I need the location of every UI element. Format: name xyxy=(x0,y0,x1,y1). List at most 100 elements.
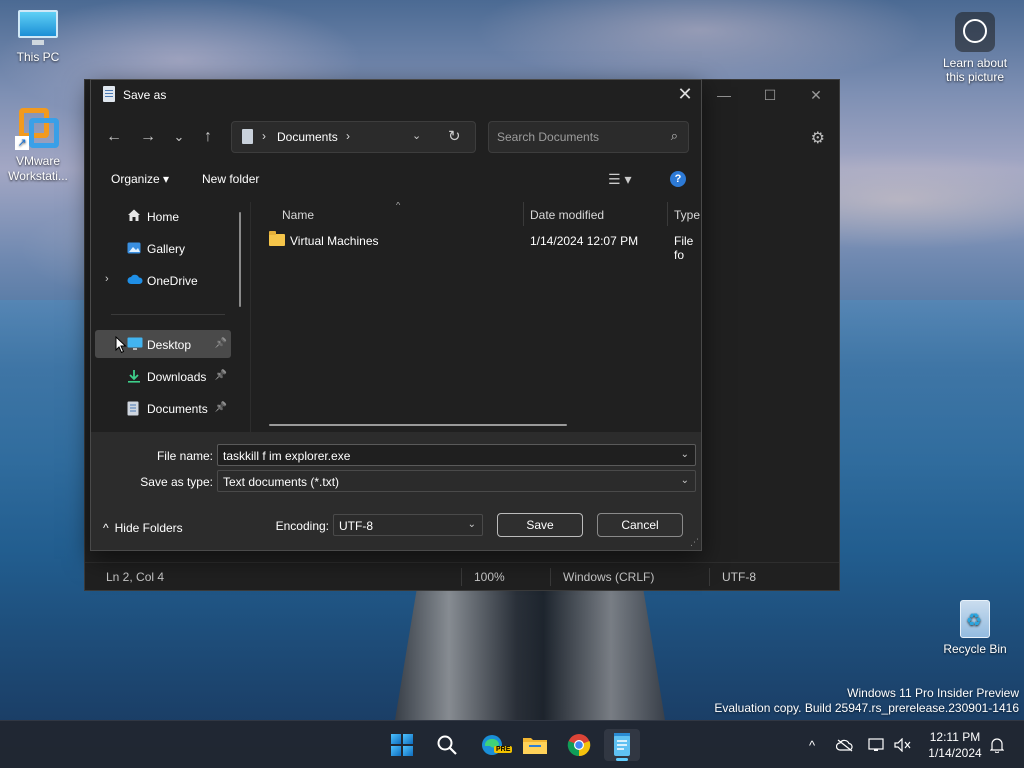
show-hidden-icons-button[interactable]: ^ xyxy=(800,721,824,768)
search-input[interactable] xyxy=(497,128,657,146)
search-icon xyxy=(437,735,457,755)
save-form: File name: taskkill f im explorer.exe ⌄ … xyxy=(91,432,701,550)
pin-icon: 📌 xyxy=(214,338,227,349)
file-type: File fo xyxy=(674,234,694,262)
desktop-icon-recycle-bin[interactable]: ♻ Recycle Bin xyxy=(937,596,1013,656)
notepad-taskbar-button[interactable] xyxy=(604,729,640,761)
settings-gear-icon[interactable]: ⚙ xyxy=(811,128,825,148)
start-button[interactable] xyxy=(384,729,420,761)
search-icon: ⌕ xyxy=(670,128,678,143)
recent-locations-button[interactable]: ⌄ xyxy=(168,126,190,148)
column-header-type[interactable]: Type xyxy=(674,208,700,222)
close-button[interactable]: ✕ xyxy=(793,80,839,110)
window-controls: — ☐ ✕ xyxy=(701,80,839,110)
folder-icon xyxy=(269,231,285,246)
edge-browser-button[interactable]: PRE xyxy=(474,729,513,761)
sidebar-item-documents[interactable]: Documents 📌 xyxy=(95,394,231,422)
vmware-icon: ↗ xyxy=(15,104,61,150)
gallery-icon xyxy=(127,241,141,255)
sidebar-item-label: Documents xyxy=(147,402,208,416)
sidebar-item-home[interactable]: Home xyxy=(95,202,231,230)
encoding-status: UTF-8 xyxy=(722,570,756,584)
documents-icon xyxy=(127,401,141,416)
organize-button[interactable]: Organize ▾ xyxy=(111,172,169,186)
chevron-down-icon[interactable]: ⌄ xyxy=(681,449,689,460)
status-bar: Ln 2, Col 4 100% Windows (CRLF) UTF-8 xyxy=(85,562,839,590)
desktop-icon-this-pc[interactable]: This PC xyxy=(0,10,76,64)
view-options-button[interactable]: ☰ ▾ xyxy=(608,171,631,188)
sidebar-item-downloads[interactable]: Downloads 📌 xyxy=(95,362,231,390)
column-header-date-modified[interactable]: Date modified xyxy=(530,208,604,222)
help-icon[interactable]: ? xyxy=(670,171,686,187)
address-bar[interactable]: › Documents › ⌄ ↻ xyxy=(231,121,476,153)
desktop-icon xyxy=(127,337,143,351)
file-row[interactable]: Virtual Machines 1/14/2024 12:07 PM File… xyxy=(251,230,701,262)
network-icon[interactable] xyxy=(864,721,890,768)
sort-ascending-icon: ^ xyxy=(396,202,401,210)
watermark-line2: Evaluation copy. Build 25947.rs_prerelea… xyxy=(714,701,1019,715)
active-indicator xyxy=(616,758,628,761)
nav-scrollbar[interactable] xyxy=(239,212,241,307)
file-explorer-button[interactable] xyxy=(517,729,553,761)
hide-folders-label: Hide Folders xyxy=(114,521,183,535)
file-name-field[interactable]: taskkill f im explorer.exe ⌄ xyxy=(217,444,696,466)
documents-icon xyxy=(242,129,253,144)
horizontal-scrollbar[interactable] xyxy=(269,424,567,426)
command-bar: Organize ▾ New folder ☰ ▾ ? xyxy=(91,166,701,196)
desktop-icon-vmware[interactable]: ↗ VMware Workstati... xyxy=(0,104,76,184)
chrome-button[interactable] xyxy=(561,729,597,761)
dialog-titlebar: Save as ✕ xyxy=(91,80,701,110)
back-button[interactable]: ← xyxy=(103,126,125,148)
refresh-icon[interactable]: ↻ xyxy=(448,127,461,145)
save-type-label: Save as type: xyxy=(140,475,213,489)
minimize-button[interactable]: — xyxy=(701,80,747,110)
encoding-select[interactable]: UTF-8 ⌄ xyxy=(333,514,483,536)
hide-folders-button[interactable]: ^ Hide Folders xyxy=(103,521,183,535)
chevron-down-icon[interactable]: ⌄ xyxy=(412,129,421,142)
cursor-position: Ln 2, Col 4 xyxy=(106,570,165,584)
line-ending: Windows (CRLF) xyxy=(563,570,655,584)
camera-icon xyxy=(955,12,995,52)
edge-icon xyxy=(482,735,502,755)
search-box[interactable]: ⌕ xyxy=(488,121,689,153)
sidebar-item-gallery[interactable]: Gallery xyxy=(95,234,231,262)
onedrive-offline-icon[interactable] xyxy=(832,721,858,768)
resize-grip-icon[interactable]: ⋰ xyxy=(690,537,699,548)
search-button[interactable] xyxy=(429,729,465,761)
notepad-icon xyxy=(103,86,115,102)
sidebar-item-label: Gallery xyxy=(147,242,186,256)
chrome-icon xyxy=(567,734,591,757)
save-as-dialog: Save as ✕ ← → ⌄ ↑ › Documents › ⌄ ↻ ⌕ Or… xyxy=(90,79,702,551)
clock-date: 1/14/2024 xyxy=(928,746,982,760)
breadcrumb-documents[interactable]: Documents xyxy=(277,130,338,144)
sidebar-item-label: Downloads xyxy=(147,370,207,384)
dialog-title: Save as xyxy=(123,88,167,102)
up-button[interactable]: ↑ xyxy=(197,126,219,148)
column-header-name[interactable]: Name xyxy=(282,208,314,222)
sidebar-item-desktop[interactable]: Desktop 📌 xyxy=(95,330,231,358)
chevron-right-icon[interactable]: › xyxy=(105,273,109,285)
forward-button[interactable]: → xyxy=(137,126,159,148)
cancel-button[interactable]: Cancel xyxy=(597,513,683,537)
desktop-icon-label: VMware Workstati... xyxy=(8,154,68,183)
column-separator[interactable] xyxy=(523,202,524,226)
save-button[interactable]: Save xyxy=(497,513,583,537)
clock[interactable]: 12:11 PM 1/14/2024 xyxy=(918,729,992,761)
save-type-value: Text documents (*.txt) xyxy=(223,475,340,489)
close-button[interactable]: ✕ xyxy=(669,80,701,110)
sidebar-item-onedrive[interactable]: › OneDrive xyxy=(95,266,231,294)
volume-muted-icon[interactable] xyxy=(890,721,916,768)
notification-bell-icon[interactable] xyxy=(986,721,1008,768)
desktop-icon-learn-about-picture[interactable]: Learn about this picture xyxy=(937,12,1013,84)
column-separator[interactable] xyxy=(667,202,668,226)
maximize-button[interactable]: ☐ xyxy=(747,80,793,110)
wallpaper-pier xyxy=(395,590,665,720)
divider xyxy=(111,314,225,315)
save-type-select[interactable]: Text documents (*.txt) ⌄ xyxy=(217,470,696,492)
cloud-icon xyxy=(127,274,143,288)
home-icon xyxy=(127,208,141,222)
chevron-right-icon[interactable]: › xyxy=(346,129,350,143)
new-folder-button[interactable]: New folder xyxy=(202,172,259,186)
clock-time: 12:11 PM xyxy=(929,730,981,744)
taskbar: PRE ^ 12:11 PM 1/14/2024 xyxy=(0,720,1024,768)
